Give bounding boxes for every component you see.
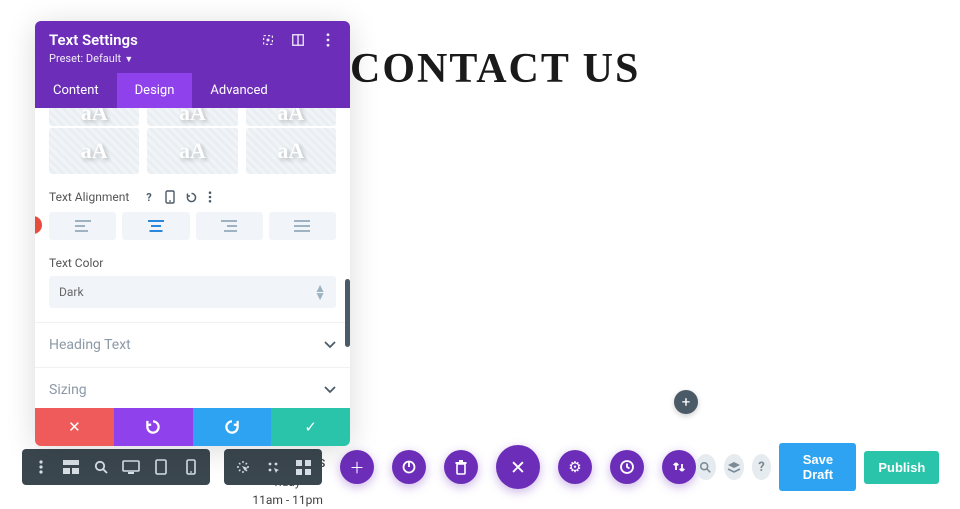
settings-button[interactable]: ⚙ <box>558 450 592 484</box>
save-button[interactable]: ✓ <box>271 408 350 446</box>
preset-label: Preset: Default <box>49 52 121 65</box>
tablet-view-icon[interactable] <box>148 449 174 485</box>
updown-icon <box>672 459 686 475</box>
text-color-select[interactable]: Dark ▲▼ <box>49 276 336 308</box>
history-button[interactable] <box>610 450 644 484</box>
tab-design[interactable]: Design <box>117 73 193 108</box>
redo-button[interactable] <box>193 408 272 446</box>
zoom-icon[interactable] <box>88 449 114 485</box>
align-justify-option[interactable] <box>269 212 336 240</box>
check-icon: ✓ <box>304 418 317 436</box>
text-style-tile[interactable]: aA <box>246 128 336 174</box>
panel-header: Text Settings Preset: Default ▼ <box>35 21 350 73</box>
close-builder-button[interactable]: ✕ <box>496 445 540 489</box>
text-color-label: Text Color <box>49 256 336 270</box>
scrollbar-thumb[interactable] <box>345 279 350 347</box>
panel-tabs: Content Design Advanced <box>35 73 350 108</box>
page-heading: CONTACT US <box>350 45 640 93</box>
view-toolbar <box>22 449 210 485</box>
preset-selector[interactable]: Preset: Default ▼ <box>49 52 336 65</box>
kebab-menu-icon[interactable] <box>320 32 336 48</box>
redo-icon <box>223 418 241 436</box>
align-right-option[interactable] <box>196 212 263 240</box>
undo-button[interactable] <box>114 408 193 446</box>
add-section-button[interactable]: + <box>674 390 698 414</box>
panel-footer: ✕ ✓ <box>35 408 350 446</box>
add-button[interactable]: ＋ <box>340 450 374 484</box>
snap-panel-icon[interactable] <box>290 32 306 48</box>
trash-icon <box>454 460 468 475</box>
wireframe-view-icon[interactable] <box>58 449 84 485</box>
find-replace-button[interactable] <box>696 454 716 480</box>
svg-text:?: ? <box>147 191 153 203</box>
text-style-tile[interactable]: aA <box>49 108 139 126</box>
plus-icon: ＋ <box>349 457 364 478</box>
portability-button[interactable] <box>662 450 696 484</box>
tools-toolbar <box>224 449 322 485</box>
help-icon: ? <box>758 460 764 475</box>
clock-icon <box>619 459 635 475</box>
hover-mode-icon[interactable] <box>260 449 286 485</box>
tab-content[interactable]: Content <box>35 73 117 108</box>
layers-icon <box>727 461 741 474</box>
click-mode-icon[interactable] <box>230 449 256 485</box>
expand-icon[interactable] <box>260 32 276 48</box>
reset-icon[interactable] <box>185 190 198 204</box>
panel-title: Text Settings <box>49 31 138 49</box>
text-style-tile[interactable]: aA <box>147 108 237 126</box>
discard-button[interactable]: ✕ <box>35 408 114 446</box>
text-alignment-label: Text Alignment <box>49 190 129 204</box>
responsive-icon[interactable] <box>165 190 175 204</box>
layers-button[interactable] <box>724 454 744 480</box>
text-style-tile[interactable]: aA <box>147 128 237 174</box>
hours-line-2: 11am - 11pm <box>246 491 329 509</box>
text-style-tile[interactable]: aA <box>49 128 139 174</box>
text-settings-panel: Text Settings Preset: Default ▼ Content … <box>35 21 350 446</box>
bottom-bar: ＋ ✕ ⚙ ? Save Draft Publish <box>22 447 938 487</box>
help-button[interactable]: ? <box>752 454 772 480</box>
close-icon: ✕ <box>510 456 526 479</box>
panel-body: aA aA aA aA aA aA Text Alignment ? 1 <box>35 108 350 408</box>
gear-icon: ⚙ <box>568 458 581 476</box>
text-color-value: Dark <box>59 285 84 299</box>
tab-advanced[interactable]: Advanced <box>192 73 285 108</box>
publish-button[interactable]: Publish <box>864 451 939 484</box>
clear-layout-button[interactable] <box>444 450 478 484</box>
chevron-down-icon <box>324 382 336 398</box>
accordion-sizing[interactable]: Sizing <box>35 367 350 408</box>
grid-mode-icon[interactable] <box>290 449 316 485</box>
desktop-view-icon[interactable] <box>118 449 144 485</box>
right-cluster: ? Save Draft Publish <box>696 443 939 491</box>
phone-view-icon[interactable] <box>178 449 204 485</box>
kebab-menu-icon[interactable] <box>28 449 54 485</box>
page-settings-button[interactable] <box>392 450 426 484</box>
align-left-option[interactable] <box>49 212 116 240</box>
accordion-heading-text[interactable]: Heading Text <box>35 322 350 367</box>
plus-icon: + <box>682 393 691 411</box>
search-icon <box>699 461 712 474</box>
align-center-option[interactable] <box>122 212 189 240</box>
undo-icon <box>144 418 162 436</box>
annotation-badge-1: 1 <box>35 216 42 234</box>
chevron-down-icon <box>324 337 336 353</box>
select-caret-icon: ▲▼ <box>314 284 326 300</box>
help-icon[interactable]: ? <box>143 190 155 204</box>
kebab-menu-icon[interactable] <box>208 190 212 204</box>
caret-down-icon: ▼ <box>122 55 133 65</box>
save-draft-button[interactable]: Save Draft <box>779 443 856 491</box>
close-icon: ✕ <box>68 418 81 436</box>
accordion-label: Heading Text <box>49 337 131 353</box>
power-icon <box>401 459 417 475</box>
action-circles: ＋ ✕ ⚙ <box>340 445 696 489</box>
accordion-label: Sizing <box>49 382 87 398</box>
text-style-tile[interactable]: aA <box>246 108 336 126</box>
